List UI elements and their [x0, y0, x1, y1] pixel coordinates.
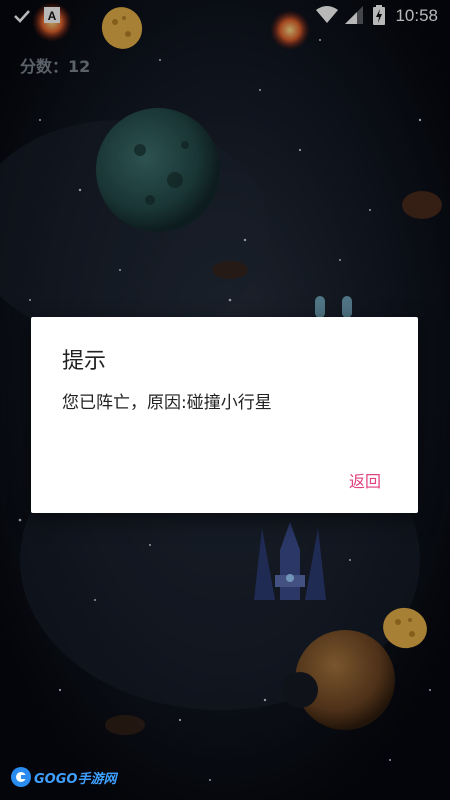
- return-button[interactable]: 返回: [334, 462, 396, 498]
- gogo-logo-icon: [11, 767, 31, 787]
- watermark-text: GOGO手游网: [34, 772, 117, 787]
- dialog-title: 提示: [62, 349, 107, 374]
- dialog-message: 您已阵亡，原因:碰撞小行星: [62, 393, 272, 413]
- alert-dialog: 提示 您已阵亡，原因:碰撞小行星 返回: [31, 317, 418, 513]
